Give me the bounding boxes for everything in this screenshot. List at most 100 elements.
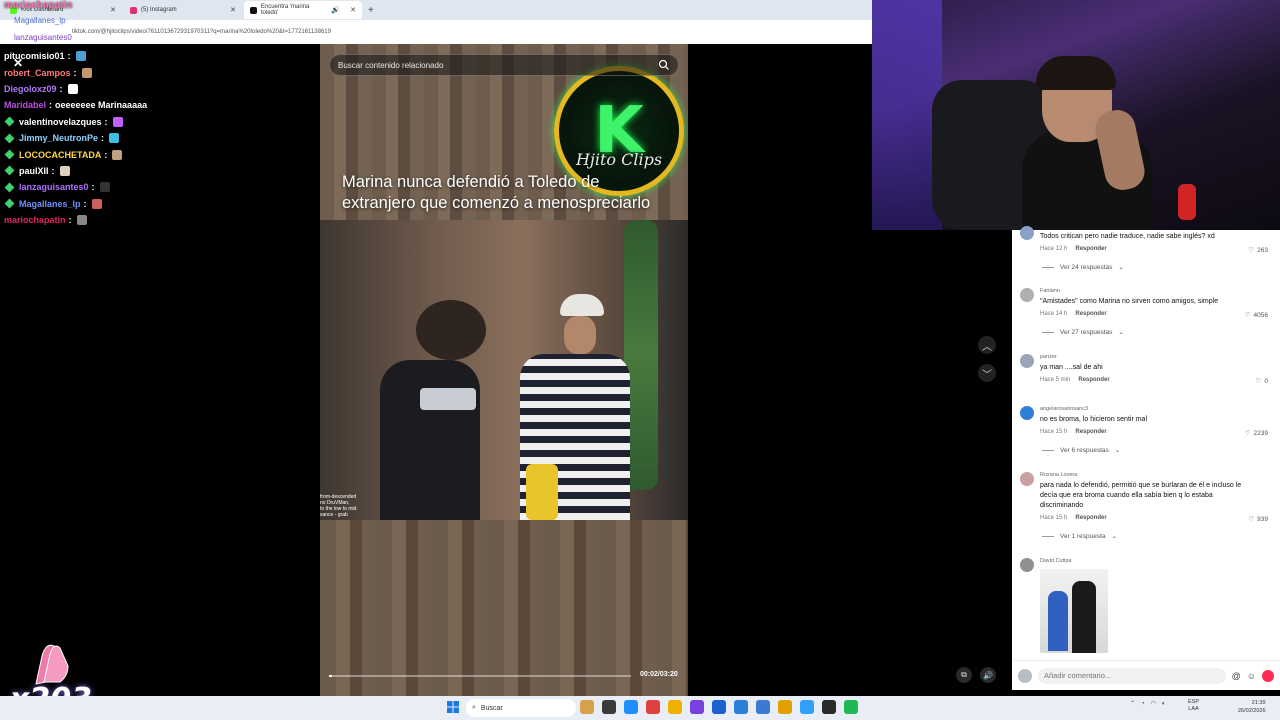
taskbar-search[interactable]: ⌕ Buscar <box>466 699 576 717</box>
comment-username[interactable]: Fanlann <box>1040 288 1060 294</box>
related-search-input[interactable] <box>338 60 658 70</box>
view-replies-button[interactable]: Ver 27 respuestas ⌄ <box>1042 328 1124 336</box>
chat-username[interactable]: paulXII <box>19 166 49 176</box>
scene-person-face <box>564 316 596 354</box>
comment-meta: Hace 12 h Responder <box>1040 246 1107 252</box>
like-button[interactable]: ♡ 0 <box>1256 377 1268 386</box>
like-button[interactable]: ♡ 2239 <box>1245 429 1268 438</box>
comment-meta: Hace 15 h Responder <box>1040 429 1107 435</box>
comment-username[interactable]: Roxana Lovera <box>1040 472 1077 478</box>
chat-message: LOCOCACHETADA: <box>4 146 314 162</box>
comment-username[interactable]: angelarosariosanc3 <box>1040 406 1088 412</box>
post-button[interactable] <box>1262 669 1274 682</box>
discord-icon[interactable] <box>690 700 704 714</box>
like-count: 263 <box>1257 246 1268 254</box>
chevron-up-icon[interactable]: ⌃ <box>1130 700 1135 707</box>
speaker-icon[interactable]: 🔊 <box>331 6 340 14</box>
tab-close-icon[interactable]: ✕ <box>350 6 356 14</box>
close-icon[interactable]: ✕ <box>13 56 23 70</box>
keyboard-language[interactable]: ESP LAA <box>1188 699 1199 713</box>
app-icon[interactable] <box>822 700 836 714</box>
windows-start-icon[interactable] <box>446 700 460 714</box>
avatar[interactable] <box>1020 472 1034 486</box>
previous-video-button[interactable]: ︿ <box>978 336 996 354</box>
next-video-button[interactable]: ﹀ <box>978 364 996 382</box>
comment-time: Hace 5 min <box>1040 377 1071 383</box>
app-icon[interactable] <box>580 700 594 714</box>
address-bar[interactable]: tiktok.com/@hjitoclips/video/76110136729… <box>0 20 872 44</box>
video-player[interactable]: from-descended no DruVMan, to the low to… <box>320 44 688 696</box>
chat-message: valentinovelazques: <box>4 114 314 130</box>
like-button[interactable]: ♡ 263 <box>1248 246 1268 255</box>
comment-username[interactable]: David Cutipa <box>1040 558 1072 564</box>
video-scene: from-descended no DruVMan, to the low to… <box>320 220 688 520</box>
avatar[interactable] <box>1020 406 1034 420</box>
avatar[interactable] <box>1020 558 1034 572</box>
chat-username[interactable]: Maridabel <box>4 100 46 110</box>
chat-separator: : <box>67 51 71 62</box>
store-icon[interactable] <box>734 700 748 714</box>
tab-tiktok[interactable]: Encuentra 'marina toledo' 🔊 ✕ <box>244 1 362 19</box>
chat-message: Magallanes_lp: <box>4 196 314 212</box>
chat-username[interactable]: valentinovelazques <box>19 117 102 127</box>
chrome-icon[interactable] <box>646 700 660 714</box>
task-view-icon[interactable] <box>602 700 616 714</box>
chat-username[interactable]: mariochapatin <box>4 215 66 225</box>
view-replies-button[interactable]: Ver 6 respuestas ⌄ <box>1042 446 1120 454</box>
avatar <box>1018 668 1032 683</box>
scene-subtitle: from-descended no DruVMan, to the low to… <box>320 494 357 518</box>
taskbar-clock[interactable]: 21:39 26/02/2026 <box>1238 699 1266 715</box>
app-icon[interactable] <box>800 700 814 714</box>
avatar[interactable] <box>1020 226 1034 240</box>
steam-icon[interactable] <box>712 700 726 714</box>
tab-instagram[interactable]: (5) Instagram ✕ <box>124 1 242 19</box>
app-icon[interactable] <box>756 700 770 714</box>
emote-icon <box>76 215 87 226</box>
like-count: 2239 <box>1253 429 1268 437</box>
reply-button[interactable]: Responder <box>1075 246 1106 252</box>
app-icon[interactable] <box>778 700 792 714</box>
chat-username[interactable]: Diegoloxz09 <box>4 84 57 94</box>
subscriber-badge-icon <box>4 198 15 209</box>
files-icon[interactable] <box>668 700 682 714</box>
reply-button[interactable]: Responder <box>1075 429 1106 435</box>
mention-icon[interactable]: @ <box>1232 671 1241 681</box>
comment-input[interactable] <box>1038 667 1226 684</box>
volume-icon[interactable]: 🔊 <box>980 667 996 683</box>
edge-icon[interactable] <box>624 700 638 714</box>
comment-username[interactable]: panzer <box>1040 354 1057 360</box>
view-replies-button[interactable]: Ver 1 respuesta ⌄ <box>1042 532 1117 540</box>
view-replies-label: Ver 27 respuestas <box>1060 328 1113 336</box>
replies-divider <box>1042 449 1054 451</box>
avatar[interactable] <box>1020 288 1034 302</box>
spotify-icon[interactable] <box>844 700 858 714</box>
new-tab-button[interactable]: + <box>368 5 374 16</box>
reply-button[interactable]: Responder <box>1078 377 1109 383</box>
subscriber-badge-icon <box>4 165 15 176</box>
tab-close-icon[interactable]: ✕ <box>230 6 236 14</box>
view-replies-button[interactable]: Ver 24 respuestas ⌄ <box>1042 263 1124 271</box>
emoji-icon[interactable]: ☺ <box>1247 671 1256 681</box>
network-icon[interactable]: ◔ <box>1141 701 1145 707</box>
wifi-icon[interactable]: ◠ <box>1151 700 1156 707</box>
avatar[interactable] <box>1020 354 1034 368</box>
reply-button[interactable]: Responder <box>1075 515 1106 521</box>
subscriber-badge-icon <box>4 149 15 160</box>
chat-username[interactable]: lanzaguisantes0 <box>19 182 89 192</box>
related-search[interactable] <box>329 54 679 76</box>
chat-username[interactable]: Jimmy_NeutronPe <box>19 133 98 143</box>
url-text[interactable]: tiktok.com/@hjitoclips/video/76110136729… <box>72 29 331 35</box>
chat-username[interactable]: LOCOCACHETADA <box>19 150 101 160</box>
comment-image[interactable] <box>1040 569 1108 653</box>
search-icon[interactable] <box>658 59 670 71</box>
comment-meta: Hace 14 h Responder <box>1040 311 1107 317</box>
volume-icon[interactable]: ◐ <box>1162 701 1166 707</box>
tab-close-icon[interactable]: ✕ <box>110 6 116 14</box>
video-progress-bar[interactable] <box>329 675 631 677</box>
chat-username[interactable]: Magallanes_lp <box>19 199 81 209</box>
reply-button[interactable]: Responder <box>1075 311 1106 317</box>
like-button[interactable]: ♡ 939 <box>1248 515 1268 524</box>
pip-icon[interactable]: ⧉ <box>956 667 972 683</box>
search-icon: ⌕ <box>472 704 476 711</box>
like-button[interactable]: ♡ 4056 <box>1245 311 1268 320</box>
